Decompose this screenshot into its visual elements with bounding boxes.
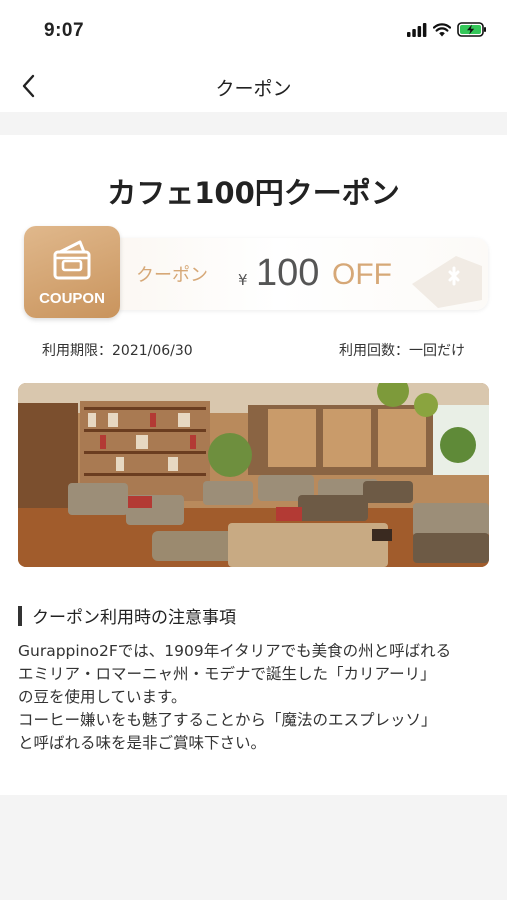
notes-line: と呼ばれる味を是非ご賞味下さい。 — [18, 734, 267, 752]
coupon-detail-card: カフェ100円クーポン クーポン ¥ 100 OFF COUPON 利用期限：2… — [0, 135, 507, 795]
coupon-ticket-body: クーポン ¥ 100 OFF — [106, 238, 488, 310]
wallet-icon — [53, 240, 91, 280]
discount-amount: 100 — [256, 252, 320, 294]
notes-heading-text: クーポン利用時の注意事項 — [32, 608, 236, 628]
wifi-icon — [433, 22, 451, 36]
usage-count: 利用回数：一回だけ — [339, 343, 465, 359]
heading-accent-bar — [18, 605, 22, 626]
status-time: 9:07 — [44, 20, 85, 41]
notes-line: の豆を使用しています。 — [18, 688, 187, 706]
off-label: OFF — [332, 258, 392, 291]
currency-symbol: ¥ — [238, 271, 248, 289]
signal-icon — [407, 22, 427, 37]
coupon-title: カフェ100円クーポン — [107, 176, 400, 210]
notes-body: Gurappino2Fでは、1909年イタリアでも美食の州と呼ばれる エミリア・… — [18, 640, 488, 755]
expiry-date: 利用期限：2021/06/30 — [42, 343, 193, 359]
nav-bar: クーポン — [0, 60, 507, 112]
coupon-ticket: クーポン ¥ 100 OFF COUPON — [24, 226, 488, 318]
coupon-badge: COUPON — [24, 226, 120, 318]
status-bar: 9:07 — [0, 0, 507, 60]
cafe-interior-photo — [18, 383, 489, 567]
coupon-badge-label: COUPON — [39, 290, 105, 307]
ticket-watermark-icon — [412, 256, 482, 308]
battery-charging-icon — [457, 22, 486, 37]
page-title: クーポン — [215, 78, 292, 100]
notes-line: コーヒー嫌いをも魅了することから「魔法のエスプレッソ」 — [18, 711, 437, 729]
notes-line: Gurappino2Fでは、1909年イタリアでも美食の州と呼ばれる — [18, 642, 452, 660]
coupon-label: クーポン — [136, 265, 208, 286]
cafe-photo-illustration — [18, 383, 489, 567]
notes-heading: クーポン利用時の注意事項 — [18, 603, 236, 628]
notes-line: エミリア・ロマーニャ州・モデナで誕生した「カリアーリ」 — [18, 665, 436, 683]
status-icons — [407, 22, 487, 37]
